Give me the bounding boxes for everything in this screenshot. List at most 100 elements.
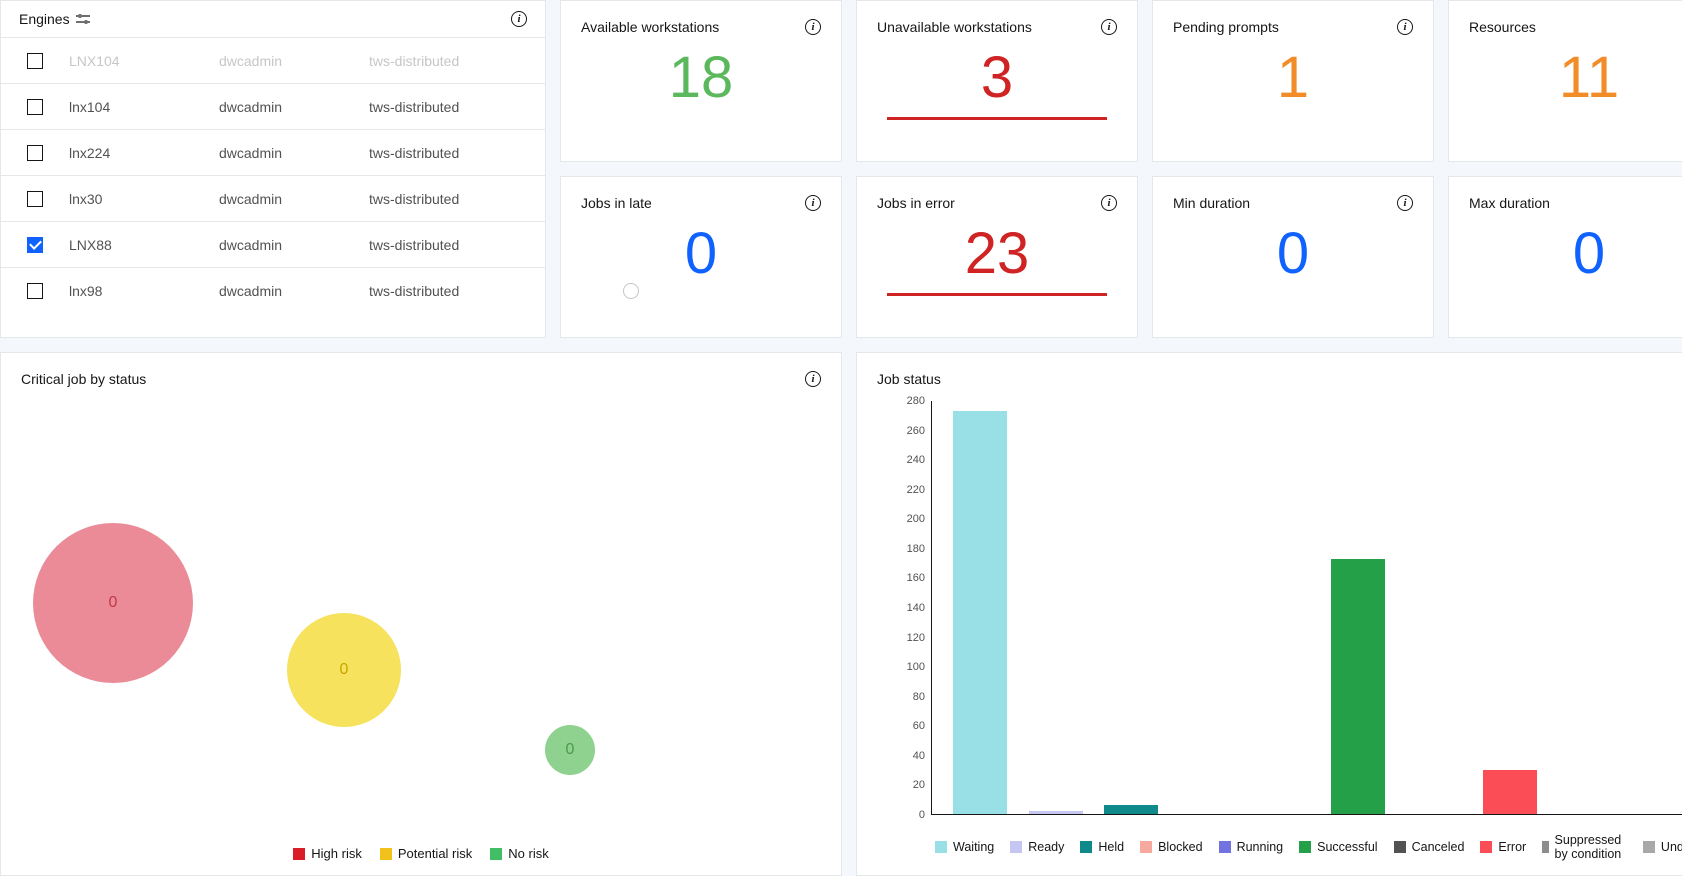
kpi-jobs-in-error[interactable]: Jobs in error i 23 xyxy=(856,176,1138,338)
spinner-icon xyxy=(623,283,639,299)
row-checkbox[interactable] xyxy=(27,145,43,161)
engines-table[interactable]: LNX104dwcadmintws-distributedlnx104dwcad… xyxy=(1,37,545,337)
legend-swatch xyxy=(1643,841,1655,853)
kpi-pending-prompts[interactable]: Pending prompts i 1 xyxy=(1152,0,1434,162)
kpi-underline xyxy=(887,117,1107,120)
table-row[interactable]: LNX104dwcadmintws-distributed xyxy=(1,37,545,83)
cell-user: dwcadmin xyxy=(219,145,369,161)
chart-legend: High risk Potential risk No risk xyxy=(1,846,841,861)
kpi-resources[interactable]: Resources i 11 xyxy=(1448,0,1682,162)
legend-item[interactable]: Canceled xyxy=(1394,833,1465,861)
engines-panel: Engines i LNX104dwcadmintws-distributedl… xyxy=(0,0,546,338)
y-tick: 0 xyxy=(919,809,925,821)
legend-item[interactable]: Blocked xyxy=(1140,833,1202,861)
bubble[interactable]: 0 xyxy=(545,725,595,775)
kpi-jobs-in-late[interactable]: Jobs in late i 0 xyxy=(560,176,842,338)
cell-host: LNX88 xyxy=(69,237,219,253)
chart-legend: Waiting Ready Held Blocked Running Successful… xyxy=(935,833,1682,861)
table-row[interactable]: LNX88dwcadmintws-distributed xyxy=(1,221,545,267)
y-tick: 40 xyxy=(913,750,925,762)
y-tick: 100 xyxy=(907,661,925,673)
legend-swatch xyxy=(490,848,502,860)
info-icon[interactable]: i xyxy=(1397,19,1413,35)
info-icon[interactable]: i xyxy=(511,11,527,27)
kpi-label: Unavailable workstations xyxy=(877,19,1032,35)
table-row[interactable]: lnx30dwcadmintws-distributed xyxy=(1,175,545,221)
kpi-value: 0 xyxy=(1469,225,1682,283)
bar-ready[interactable] xyxy=(1029,811,1083,814)
y-tick: 160 xyxy=(907,572,925,584)
legend-swatch xyxy=(1394,841,1406,853)
kpi-max-duration[interactable]: Max duration i 0 xyxy=(1448,176,1682,338)
kpi-value: 1 xyxy=(1173,49,1413,107)
y-tick: 200 xyxy=(907,513,925,525)
table-row[interactable]: lnx104dwcadmintws-distributed xyxy=(1,83,545,129)
legend-item[interactable]: Potential risk xyxy=(380,846,472,861)
info-icon[interactable]: i xyxy=(805,19,821,35)
y-tick: 220 xyxy=(907,484,925,496)
bar-held[interactable] xyxy=(1104,805,1158,814)
legend-label: Ready xyxy=(1028,840,1064,854)
bars-container xyxy=(932,401,1682,814)
legend-label: Potential risk xyxy=(398,846,472,861)
kpi-label: Pending prompts xyxy=(1173,19,1279,35)
row-checkbox[interactable] xyxy=(27,53,43,69)
cell-type: tws-distributed xyxy=(369,53,545,69)
legend-item[interactable]: Error xyxy=(1480,833,1526,861)
legend-item[interactable]: Ready xyxy=(1010,833,1064,861)
cell-host: lnx30 xyxy=(69,191,219,207)
settings-icon[interactable] xyxy=(76,12,90,26)
kpi-unavailable-workstations[interactable]: Unavailable workstations i 3 xyxy=(856,0,1138,162)
kpi-label: Min duration xyxy=(1173,195,1250,211)
legend-swatch xyxy=(1299,841,1311,853)
bubble[interactable]: 0 xyxy=(287,613,401,727)
kpi-value: 0 xyxy=(581,225,821,283)
legend-item[interactable]: Successful xyxy=(1299,833,1377,861)
panel-title: Critical job by status xyxy=(21,371,146,387)
plot-area xyxy=(931,401,1682,815)
row-checkbox[interactable] xyxy=(27,191,43,207)
legend-label: Blocked xyxy=(1158,840,1202,854)
legend-item[interactable]: Running xyxy=(1219,833,1284,861)
legend-swatch xyxy=(1219,841,1231,853)
info-icon[interactable]: i xyxy=(1101,195,1117,211)
cell-user: dwcadmin xyxy=(219,53,369,69)
bar-successful[interactable] xyxy=(1331,559,1385,814)
info-icon[interactable]: i xyxy=(1397,195,1413,211)
bubble-chart: 000 xyxy=(1,393,841,835)
legend-swatch xyxy=(1542,841,1548,853)
y-tick: 140 xyxy=(907,602,925,614)
cell-type: tws-distributed xyxy=(369,237,545,253)
kpi-value: 18 xyxy=(581,49,821,107)
bar-error[interactable] xyxy=(1483,770,1537,814)
legend-label: Held xyxy=(1098,840,1124,854)
info-icon[interactable]: i xyxy=(1101,19,1117,35)
cell-type: tws-distributed xyxy=(369,191,545,207)
y-tick: 180 xyxy=(907,543,925,555)
row-checkbox[interactable] xyxy=(27,237,43,253)
legend-item[interactable]: High risk xyxy=(293,846,362,861)
bubble[interactable]: 0 xyxy=(33,523,193,683)
legend-label: Waiting xyxy=(953,840,994,854)
cell-user: dwcadmin xyxy=(219,283,369,299)
kpi-value: 0 xyxy=(1173,225,1413,283)
bar-waiting[interactable] xyxy=(953,411,1007,814)
kpi-available-workstations[interactable]: Available workstations i 18 xyxy=(560,0,842,162)
info-icon[interactable]: i xyxy=(805,195,821,211)
legend-item[interactable]: Waiting xyxy=(935,833,994,861)
kpi-min-duration[interactable]: Min duration i 0 xyxy=(1152,176,1434,338)
legend-item[interactable]: Undecided xyxy=(1643,833,1682,861)
legend-item[interactable]: Suppressed by condition xyxy=(1542,833,1627,861)
row-checkbox[interactable] xyxy=(27,99,43,115)
kpi-label: Jobs in late xyxy=(581,195,652,211)
table-row[interactable]: lnx98dwcadmintws-distributed xyxy=(1,267,545,313)
legend-item[interactable]: No risk xyxy=(490,846,548,861)
kpi-value: 3 xyxy=(877,49,1117,107)
row-checkbox[interactable] xyxy=(27,283,43,299)
legend-item[interactable]: Held xyxy=(1080,833,1124,861)
y-tick: 240 xyxy=(907,454,925,466)
kpi-label: Jobs in error xyxy=(877,195,955,211)
info-icon[interactable]: i xyxy=(805,371,821,387)
y-axis: 020406080100120140160180200220240260280 xyxy=(887,401,931,815)
table-row[interactable]: lnx224dwcadmintws-distributed xyxy=(1,129,545,175)
